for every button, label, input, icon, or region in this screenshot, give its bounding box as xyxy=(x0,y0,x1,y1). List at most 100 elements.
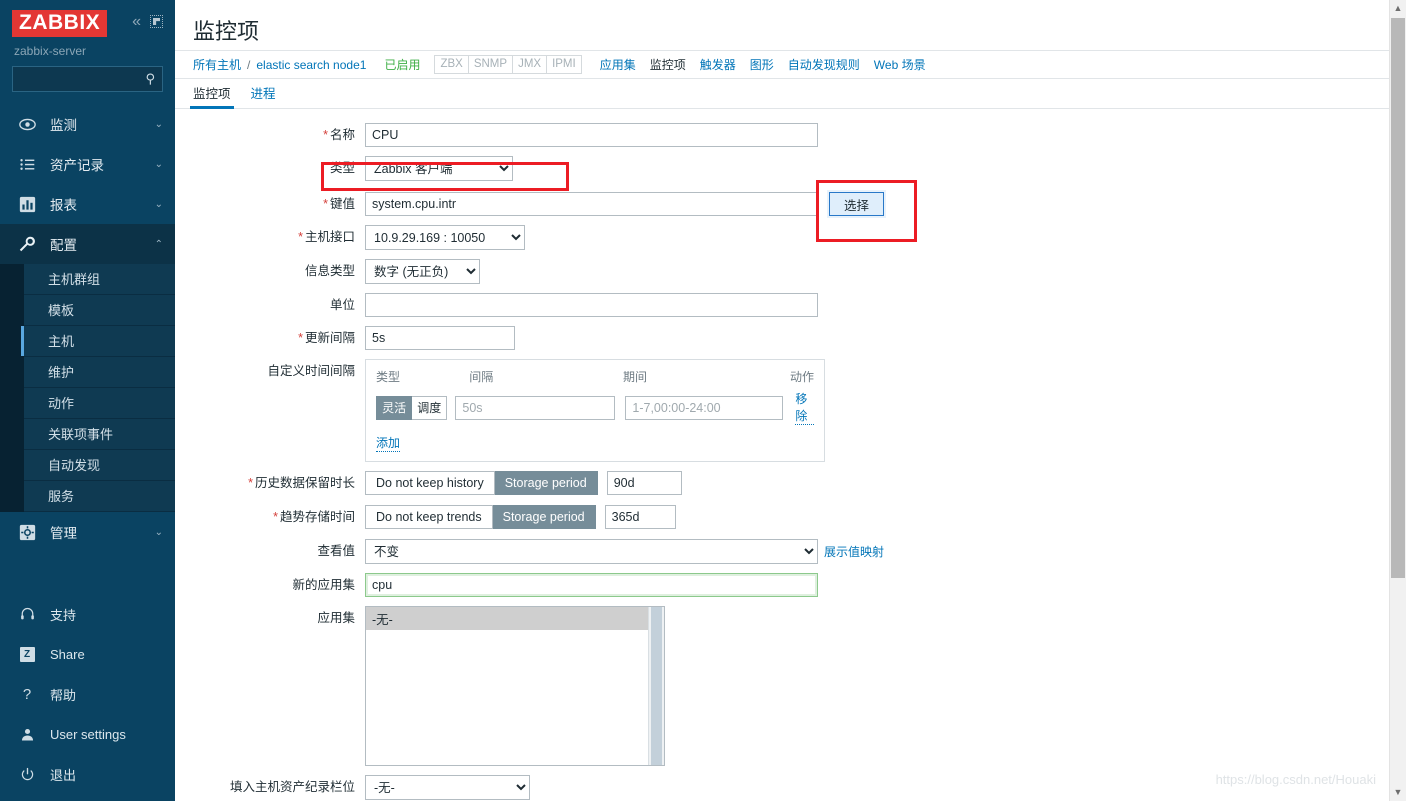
sidebar-item-discovery[interactable]: 自动发现 xyxy=(24,450,175,481)
field-units-control xyxy=(365,293,818,317)
field-inventory-row: 填入主机资产纪录栏位 -无- xyxy=(175,775,1406,800)
interval-type-scheduling[interactable]: 调度 xyxy=(412,395,448,420)
breadcrumb-nav-web-scenarios[interactable]: Web 场景 xyxy=(874,56,926,73)
sidebar-item-services[interactable]: 服务 xyxy=(24,481,175,512)
view-value-select[interactable]: 不变 xyxy=(365,539,818,564)
breadcrumb-host[interactable]: elastic search node1 xyxy=(256,58,366,72)
info-type-select[interactable]: 数字 (无正负) xyxy=(365,259,480,284)
field-custom-intervals-row: 自定义时间间隔 类型 间隔 期间 动作 灵活 调度 50s 1-7,00:00-… xyxy=(175,359,1406,462)
interval-type-flexible[interactable]: 灵活 xyxy=(376,395,413,420)
collapse-sidebar-icon[interactable]: « xyxy=(132,14,141,30)
sidebar-item-monitoring[interactable]: 监测 ⌄ xyxy=(0,104,175,144)
sidebar-item-host-groups[interactable]: 主机群组 xyxy=(24,264,175,295)
field-update-interval-label-text: 更新间隔 xyxy=(304,331,355,345)
sidebar-item-administration[interactable]: 管理 ⌄ xyxy=(0,512,175,552)
field-inventory-control: -无- xyxy=(365,775,530,800)
field-host-interface-control: 10.9.29.169 : 10050 xyxy=(365,225,525,250)
field-name-control xyxy=(365,123,818,147)
history-period-input[interactable] xyxy=(606,471,682,495)
breadcrumb-nav-graphs[interactable]: 图形 xyxy=(750,56,774,73)
custom-interval-input[interactable] xyxy=(455,395,616,420)
breadcrumb: 所有主机 / elastic search node1 已启用 ZBX SNMP… xyxy=(175,50,1406,79)
search-input[interactable] xyxy=(12,66,163,92)
chevron-down-icon: ⌄ xyxy=(154,158,163,170)
breadcrumb-nav-discovery-rules[interactable]: 自动发现规则 xyxy=(788,56,860,73)
app-root: ZABBIX « zabbix-server ⚲ 监测 ⌄ 资产记录 ⌄ 报表 … xyxy=(0,0,1406,801)
field-key-label-text: 键值 xyxy=(329,197,355,211)
tab-item[interactable]: 监控项 xyxy=(190,83,233,109)
sidebar-item-maintenance[interactable]: 维护 xyxy=(24,357,175,388)
required-marker: * xyxy=(323,128,328,142)
scroll-thumb[interactable] xyxy=(1391,18,1405,578)
tab-preprocessing[interactable]: 进程 xyxy=(251,83,276,108)
inventory-field-select[interactable]: -无- xyxy=(365,775,530,800)
host-status-link[interactable]: 已启用 xyxy=(384,56,420,73)
field-history-label: * 历史数据保留时长 xyxy=(175,471,365,495)
select-key-button[interactable]: 选择 xyxy=(829,192,885,216)
custom-intervals-headers: 类型 间隔 期间 动作 xyxy=(376,368,814,385)
name-input[interactable] xyxy=(365,123,818,147)
header-interval: 间隔 xyxy=(469,370,494,384)
add-interval-link[interactable]: 添加 xyxy=(376,434,401,452)
field-new-application-label: 新的应用集 xyxy=(292,578,355,592)
applications-listbox[interactable]: -无- xyxy=(365,606,665,766)
chevron-down-icon: ⌄ xyxy=(154,118,163,130)
new-application-input[interactable] xyxy=(365,573,818,597)
field-trends-label: * 趋势存储时间 xyxy=(175,505,365,529)
sidebar-item-configuration[interactable]: 配置 ⌃ xyxy=(0,224,175,264)
update-interval-input[interactable] xyxy=(365,326,515,350)
sidebar-item-hosts[interactable]: 主机 xyxy=(21,326,175,357)
history-storage-period[interactable]: Storage period xyxy=(494,471,598,495)
units-input[interactable] xyxy=(365,293,818,317)
sidebar-item-support[interactable]: 支持 xyxy=(0,594,175,634)
breadcrumb-nav-triggers[interactable]: 触发器 xyxy=(700,56,736,73)
custom-period-input[interactable] xyxy=(625,395,784,420)
sidebar-item-administration-label: 管理 xyxy=(50,526,77,541)
sidebar-item-help[interactable]: ? 帮助 xyxy=(0,674,175,714)
field-update-interval-row: * 更新间隔 xyxy=(175,326,1406,350)
wrench-icon xyxy=(16,235,38,253)
sidebar-item-reports[interactable]: 报表 ⌄ xyxy=(0,184,175,224)
sidebar-item-share[interactable]: Z Share xyxy=(0,634,175,674)
search-icon[interactable]: ⚲ xyxy=(145,71,155,87)
type-select[interactable]: Zabbix 客户端 xyxy=(365,156,513,181)
trends-mode-toggle: Do not keep trends Storage period xyxy=(365,505,596,529)
page-scrollbar[interactable]: ▲ ▼ xyxy=(1389,0,1406,801)
trends-storage-period[interactable]: Storage period xyxy=(492,505,596,529)
page-title: 监控项 xyxy=(193,19,260,44)
field-applications-row: 应用集 -无- xyxy=(175,606,1406,766)
breadcrumb-all-hosts[interactable]: 所有主机 xyxy=(193,56,241,73)
main-content: 监控项 所有主机 / elastic search node1 已启用 ZBX … xyxy=(175,0,1406,801)
sidebar-subnav: 主机群组 模板 主机 维护 动作 关联项事件 自动发现 服务 xyxy=(0,264,175,512)
applications-scroll-thumb[interactable] xyxy=(651,607,662,765)
breadcrumb-nav-applications[interactable]: 应用集 xyxy=(600,56,636,73)
field-host-interface-label-text: 主机接口 xyxy=(304,230,355,244)
trends-period-input[interactable] xyxy=(604,505,676,529)
trends-do-not-keep[interactable]: Do not keep trends xyxy=(365,505,493,529)
chevron-down-icon: ⌄ xyxy=(154,526,163,538)
applications-option[interactable]: -无- xyxy=(366,607,664,630)
sidebar-item-templates[interactable]: 模板 xyxy=(24,295,175,326)
sidebar-item-user-settings[interactable]: User settings xyxy=(0,714,175,754)
sidebar-item-help-label: 帮助 xyxy=(50,687,77,703)
sidebar-item-signout[interactable]: 退出 xyxy=(0,754,175,794)
applications-scrollbar[interactable] xyxy=(648,607,664,765)
field-new-application-control xyxy=(365,573,818,597)
sidebar-search: ⚲ xyxy=(0,66,175,104)
show-value-mapping-link[interactable]: 展示值映射 xyxy=(824,543,884,560)
host-interface-select[interactable]: 10.9.29.169 : 10050 xyxy=(365,225,525,250)
sidebar-item-actions[interactable]: 动作 xyxy=(24,388,175,419)
badge-snmp: SNMP xyxy=(467,55,513,74)
expand-kiosk-icon[interactable] xyxy=(150,15,163,28)
scroll-up-arrow[interactable]: ▲ xyxy=(1390,0,1406,17)
sidebar-item-inventory[interactable]: 资产记录 ⌄ xyxy=(0,144,175,184)
scroll-down-arrow[interactable]: ▼ xyxy=(1390,784,1406,801)
remove-interval-link[interactable]: 移除 xyxy=(795,390,814,425)
sidebar-header-icons: « xyxy=(132,10,163,30)
sidebar-item-event-correlation[interactable]: 关联项事件 xyxy=(24,419,175,450)
key-input[interactable] xyxy=(365,192,818,216)
field-view-value-label: 查看值 xyxy=(317,544,355,558)
history-do-not-keep[interactable]: Do not keep history xyxy=(365,471,495,495)
custom-intervals-table: 类型 间隔 期间 动作 灵活 调度 移除 xyxy=(365,359,825,462)
breadcrumb-nav-items[interactable]: 监控项 xyxy=(650,56,686,73)
